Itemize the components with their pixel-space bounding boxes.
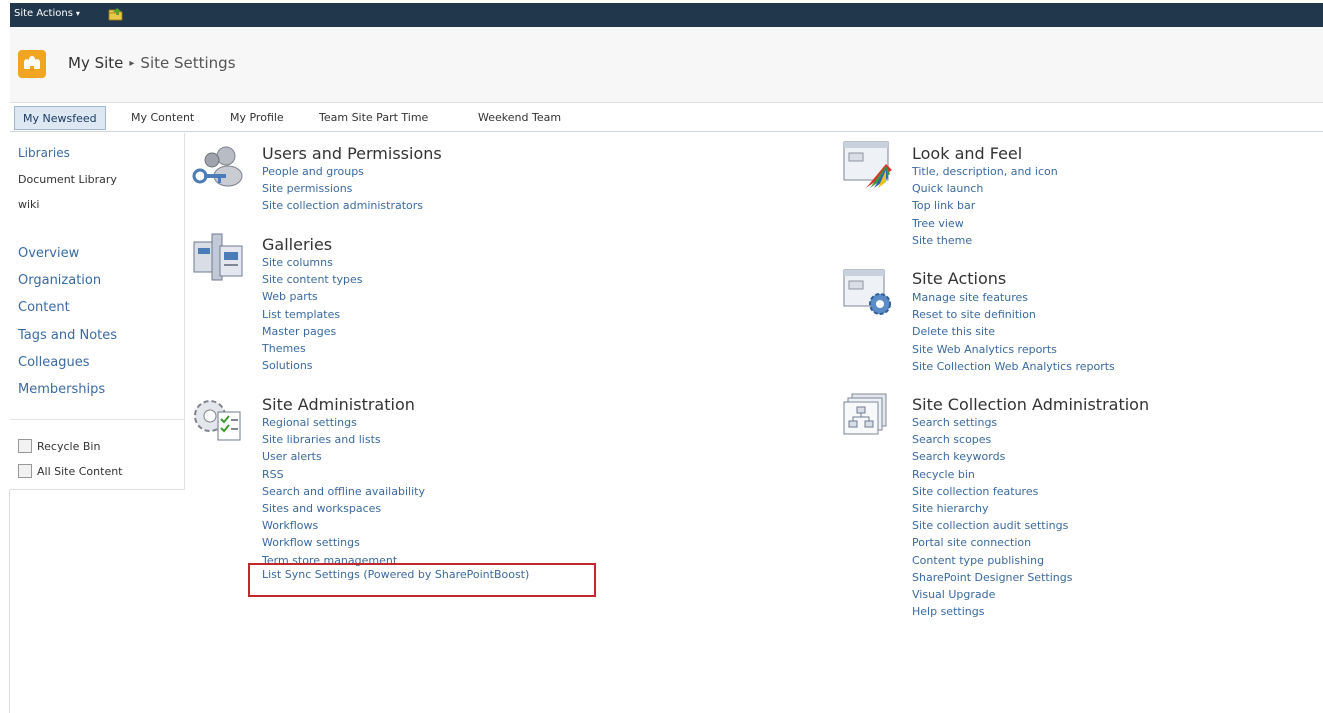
quick-launch-content[interactable]: Content [18,300,70,315]
link-workflow-settings[interactable]: Workflow settings [262,534,425,551]
quick-launch-organization[interactable]: Organization [18,273,101,288]
top-ribbon: Site Actions ▾ [10,3,1323,27]
tab-my-newsfeed[interactable]: My Newsfeed [14,106,106,130]
quick-launch-memberships[interactable]: Memberships [18,382,105,397]
galleries-links: Site columns Site content types Web part… [262,254,363,374]
quick-launch-document-library[interactable]: Document Library [18,173,117,186]
link-site-content-types[interactable]: Site content types [262,271,363,288]
site-collection-admin-icon [843,393,887,435]
look-and-feel-icon [843,141,892,188]
link-manage-site-features[interactable]: Manage site features [912,289,1115,306]
link-title-description-and-icon[interactable]: Title, description, and icon [912,163,1058,180]
quick-launch: Libraries Document Library wiki Overview… [10,133,185,490]
title-area: My Site ▸ Site Settings [10,27,1323,103]
link-site-permissions[interactable]: Site permissions [262,180,423,197]
quick-launch-tags-and-notes[interactable]: Tags and Notes [18,328,117,343]
link-solutions[interactable]: Solutions [262,357,363,374]
site-actions-menu[interactable]: Site Actions ▾ [14,8,80,19]
link-site-libraries-and-lists[interactable]: Site libraries and lists [262,431,425,448]
recycle-bin-label: Recycle Bin [37,440,101,453]
galleries-icon [193,233,243,281]
all-site-content-icon [18,464,32,478]
tab-my-profile[interactable]: My Profile [222,106,292,130]
users-and-permissions-links: People and groups Site permissions Site … [262,163,423,215]
page-border [9,490,10,713]
link-help-settings[interactable]: Help settings [912,603,1072,620]
site-administration-links: Regional settings Site libraries and lis… [262,414,425,569]
link-search-settings[interactable]: Search settings [912,414,1072,431]
navigate-up-icon[interactable] [108,7,124,21]
link-sites-and-workspaces[interactable]: Sites and workspaces [262,500,425,517]
link-reset-to-site-definition[interactable]: Reset to site definition [912,306,1115,323]
tab-team-site-part-time[interactable]: Team Site Part Time [311,106,436,130]
link-user-alerts[interactable]: User alerts [262,448,425,465]
site-actions-links: Manage site features Reset to site defin… [912,289,1115,375]
link-site-hierarchy[interactable]: Site hierarchy [912,500,1072,517]
link-list-sync-settings[interactable]: List Sync Settings (Powered by SharePoin… [262,568,529,581]
chevron-down-icon: ▾ [75,9,80,18]
link-content-type-publishing[interactable]: Content type publishing [912,552,1072,569]
site-administration-heading: Site Administration [262,395,415,414]
link-site-collection-administrators[interactable]: Site collection administrators [262,197,423,214]
page-title: Site Settings [140,54,236,72]
link-sharepoint-designer-settings[interactable]: SharePoint Designer Settings [912,569,1072,586]
divider [10,419,185,420]
site-collection-administration-links: Search settings Search scopes Search key… [912,414,1072,620]
link-portal-site-connection[interactable]: Portal site connection [912,534,1072,551]
link-site-collection-web-analytics-reports[interactable]: Site Collection Web Analytics reports [912,358,1115,375]
site-collection-administration-heading: Site Collection Administration [912,395,1150,414]
users-permissions-icon [192,146,243,187]
link-master-pages[interactable]: Master pages [262,323,363,340]
all-site-content-link[interactable]: All Site Content [18,464,123,478]
site-actions-heading: Site Actions [912,269,1007,288]
link-quick-launch[interactable]: Quick launch [912,180,1058,197]
galleries-heading: Galleries [262,235,333,254]
link-search-scopes[interactable]: Search scopes [912,431,1072,448]
link-regional-settings[interactable]: Regional settings [262,414,425,431]
link-workflows[interactable]: Workflows [262,517,425,534]
link-site-collection-audit-settings[interactable]: Site collection audit settings [912,517,1072,534]
look-and-feel-links: Title, description, and icon Quick launc… [912,163,1058,249]
link-search-and-offline-availability[interactable]: Search and offline availability [262,483,425,500]
users-and-permissions-heading: Users and Permissions [262,144,442,163]
quick-launch-colleagues[interactable]: Colleagues [18,355,89,370]
link-recycle-bin[interactable]: Recycle bin [912,466,1072,483]
link-web-parts[interactable]: Web parts [262,288,363,305]
breadcrumb: My Site ▸ Site Settings [68,54,236,72]
link-delete-this-site[interactable]: Delete this site [912,323,1115,340]
site-actions-label: Site Actions [14,8,73,19]
libraries-heading[interactable]: Libraries [18,146,70,160]
link-rss[interactable]: RSS [262,466,425,483]
look-and-feel-heading: Look and Feel [912,144,1023,163]
site-actions-icon [843,269,891,315]
all-site-content-label: All Site Content [37,465,123,478]
quick-launch-overview[interactable]: Overview [18,246,79,261]
site-administration-icon [194,400,241,441]
link-site-collection-features[interactable]: Site collection features [912,483,1072,500]
link-top-link-bar[interactable]: Top link bar [912,197,1058,214]
link-people-and-groups[interactable]: People and groups [262,163,423,180]
recycle-bin-icon [18,439,32,453]
top-navigation: My Newsfeed My Content My Profile Team S… [10,103,1323,132]
link-list-templates[interactable]: List templates [262,306,363,323]
quick-launch-wiki[interactable]: wiki [18,198,39,211]
link-search-keywords[interactable]: Search keywords [912,448,1072,465]
link-site-web-analytics-reports[interactable]: Site Web Analytics reports [912,341,1115,358]
link-site-theme[interactable]: Site theme [912,232,1058,249]
tab-my-content[interactable]: My Content [123,106,202,130]
link-themes[interactable]: Themes [262,340,363,357]
breadcrumb-root-link[interactable]: My Site [68,54,123,72]
site-logo-icon[interactable] [18,50,46,78]
link-site-columns[interactable]: Site columns [262,254,363,271]
link-visual-upgrade[interactable]: Visual Upgrade [912,586,1072,603]
breadcrumb-separator-icon: ▸ [129,58,135,69]
tab-weekend-team[interactable]: Weekend Team [470,106,569,130]
recycle-bin-link[interactable]: Recycle Bin [18,439,100,453]
link-tree-view[interactable]: Tree view [912,215,1058,232]
